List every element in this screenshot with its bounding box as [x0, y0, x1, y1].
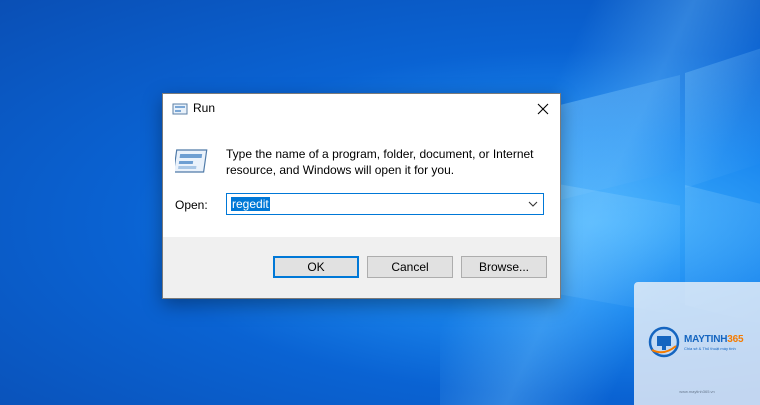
ok-button[interactable]: OK	[273, 256, 359, 278]
watermark-brand: MAYTINH365	[684, 334, 744, 345]
run-icon	[172, 102, 188, 115]
run-description: Type the name of a program, folder, docu…	[226, 147, 534, 177]
monitor-logo-icon	[648, 326, 680, 358]
open-combobox[interactable]: regedit	[226, 193, 544, 215]
dropdown-button[interactable]	[525, 196, 541, 212]
chevron-down-icon	[528, 201, 538, 207]
open-input-text[interactable]: regedit	[231, 197, 270, 211]
dialog-footer: OK Cancel Browse...	[163, 237, 560, 298]
cancel-button[interactable]: Cancel	[367, 256, 453, 278]
dialog-title: Run	[193, 101, 216, 115]
watermark-url: www.maytinh365.vn	[679, 389, 715, 394]
browse-button[interactable]: Browse...	[461, 256, 547, 278]
run-dialog: Run Type the name of a program, folder, …	[162, 93, 561, 299]
windows-logo-pane	[685, 47, 760, 188]
title-bar[interactable]: Run	[163, 94, 560, 124]
watermark: MAYTINH365 Chia sẻ & Thủ thuật máy tính …	[634, 282, 760, 405]
close-icon	[537, 103, 549, 115]
run-program-icon	[172, 148, 209, 174]
watermark-tagline: Chia sẻ & Thủ thuật máy tính	[684, 346, 736, 351]
open-label: Open:	[175, 198, 208, 212]
close-button[interactable]	[526, 94, 560, 124]
